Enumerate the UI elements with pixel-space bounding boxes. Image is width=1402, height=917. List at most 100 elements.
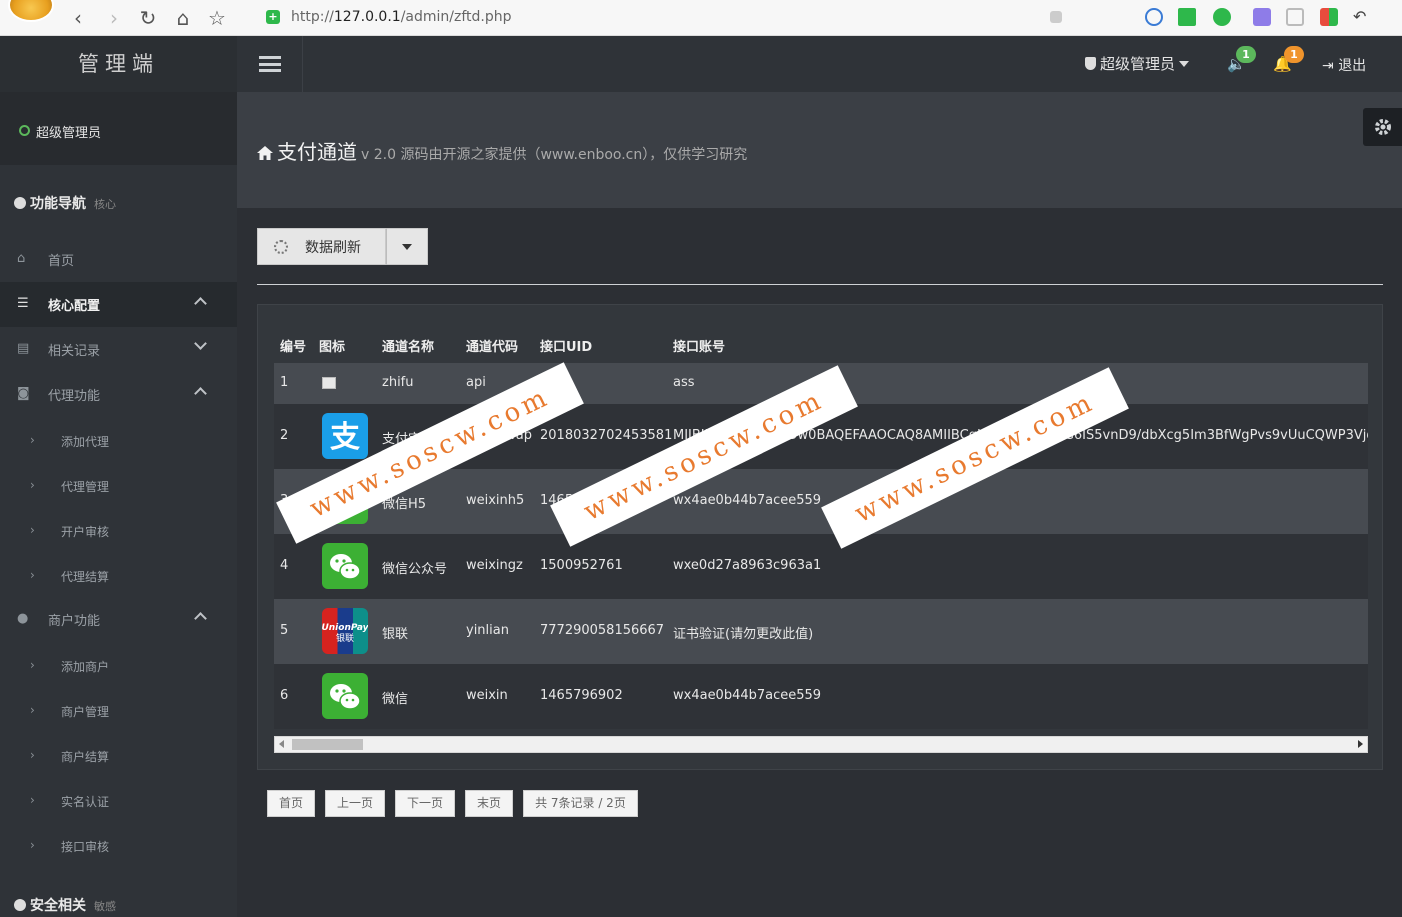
table-row[interactable]: 6 微信 weixin 1465796902 wx4ae0b44b7acee55… bbox=[274, 664, 1368, 729]
page-subtitle: v 2.0 源码由开源之家提供（www.enboo.cn），仅供学习研究 bbox=[361, 147, 748, 163]
page-title: 支付通道 v 2.0 源码由开源之家提供（www.enboo.cn），仅供学习研究 bbox=[257, 136, 747, 165]
page-last-button[interactable]: 末页 bbox=[465, 790, 514, 817]
capture-icon[interactable] bbox=[1286, 8, 1304, 26]
cell-account: wx4ae0b44b7acee559 bbox=[673, 688, 822, 703]
refresh-dropdown-button[interactable] bbox=[386, 228, 428, 265]
caret-down-icon bbox=[402, 243, 412, 250]
sidebar-user: 超级管理员 bbox=[0, 92, 237, 165]
section-nav-tag: 核心 bbox=[94, 198, 116, 211]
sidebar-section-nav: 功能导航 核心 bbox=[14, 193, 116, 213]
scroll-left-icon[interactable] bbox=[279, 740, 284, 748]
cell-code: weixingz bbox=[466, 558, 523, 573]
sidebar-item-home[interactable]: ⌂ 首页 bbox=[0, 237, 237, 282]
sidebar-sub-add-merchant[interactable]: › 添加商户 bbox=[0, 644, 237, 689]
address-bar[interactable]: + http://127.0.0.1/admin/zftd.php bbox=[260, 4, 1120, 32]
sidebar-sub-account-review[interactable]: › 开户审核 bbox=[0, 509, 237, 554]
scrollbar-thumb[interactable] bbox=[292, 739, 363, 750]
sidebar-item-core-config[interactable]: ☰ 核心配置 bbox=[0, 282, 237, 327]
scissors-icon[interactable] bbox=[1178, 8, 1196, 26]
sidebar-sub-add-agent[interactable]: › 添加代理 bbox=[0, 419, 237, 464]
cell-name: 微信公众号 bbox=[382, 562, 448, 577]
cell-id: 2 bbox=[280, 428, 289, 443]
chevron-right-icon: › bbox=[30, 838, 35, 852]
page-first-button[interactable]: 首页 bbox=[267, 790, 316, 817]
sidebar-item-merchant[interactable]: ● 商户功能 bbox=[0, 597, 237, 642]
cell-id: 4 bbox=[280, 558, 289, 573]
user-menu[interactable]: 超级管理员 bbox=[1085, 53, 1190, 74]
cell-uid: 1465796902 bbox=[540, 688, 623, 703]
screen-icon[interactable] bbox=[1253, 8, 1271, 26]
cell-code: weixinh5 bbox=[466, 493, 525, 508]
sidebar-sub-realname[interactable]: › 实名认证 bbox=[0, 779, 237, 824]
sidebar-sub-label: 代理管理 bbox=[61, 480, 110, 494]
svg-text:银联: 银联 bbox=[336, 632, 354, 644]
sliders-icon: ☰ bbox=[17, 296, 29, 311]
cell-account: ass bbox=[673, 375, 695, 390]
logout-icon: ⇥ bbox=[1322, 58, 1334, 74]
apps-icon[interactable] bbox=[1320, 8, 1338, 26]
cell-code: weixin bbox=[466, 688, 508, 703]
bookmark-star-icon[interactable]: ☆ bbox=[205, 6, 229, 30]
translate-icon[interactable] bbox=[1213, 8, 1231, 26]
chevron-right-icon: › bbox=[30, 433, 35, 447]
sidebar-sub-api-review[interactable]: › 接口审核 bbox=[0, 824, 237, 869]
column-id: 编号 bbox=[280, 340, 307, 355]
gear-icon bbox=[14, 197, 26, 209]
page-next-button[interactable]: 下一页 bbox=[395, 790, 456, 817]
sidebar-item-records[interactable]: ▤ 相关记录 bbox=[0, 327, 237, 372]
page-prev-button[interactable]: 上一页 bbox=[325, 790, 386, 817]
refresh-button[interactable]: 数据刷新 bbox=[257, 228, 386, 265]
online-status-icon bbox=[19, 125, 30, 136]
undo-icon[interactable]: ↶ bbox=[1353, 8, 1371, 26]
sidebar-section-security: 安全相关 敏感 bbox=[14, 895, 116, 915]
reload-icon[interactable]: ↻ bbox=[136, 6, 160, 30]
wechat-icon bbox=[322, 543, 368, 589]
back-icon[interactable]: ‹ bbox=[66, 6, 90, 30]
broken-image-icon bbox=[322, 377, 336, 389]
search-extension-icon[interactable] bbox=[1145, 8, 1163, 26]
chevron-right-icon: › bbox=[30, 748, 35, 762]
gear-icon bbox=[1375, 119, 1391, 135]
table-row[interactable]: 5 UnionPay 银联 银联 yinlian 777290058156667 … bbox=[274, 599, 1368, 664]
horizontal-scrollbar[interactable] bbox=[274, 736, 1368, 753]
column-code: 通道代码 bbox=[466, 340, 519, 355]
hamburger-icon bbox=[258, 56, 281, 72]
sidebar-item-label: 首页 bbox=[48, 254, 75, 269]
chevron-right-icon: › bbox=[30, 568, 35, 582]
chevron-right-icon: › bbox=[30, 703, 35, 717]
table-header: 编号 图标 通道名称 通道代码 接口UID 接口账号 bbox=[274, 323, 1368, 363]
cell-uid: 777290058156667 bbox=[540, 623, 665, 638]
chevron-up-icon bbox=[194, 294, 208, 310]
sidebar-item-label: 代理功能 bbox=[48, 389, 101, 404]
alipay-icon: 支 bbox=[322, 413, 368, 459]
cell-code: yinlian bbox=[466, 623, 509, 638]
sidebar-sub-merchant-settle[interactable]: › 商户结算 bbox=[0, 734, 237, 779]
scroll-right-icon[interactable] bbox=[1358, 740, 1363, 748]
section-security-tag: 敏感 bbox=[94, 900, 116, 913]
table-row[interactable]: 4 微信公众号 weixingz 1500952761 wxe0d27a8963… bbox=[274, 534, 1368, 599]
chevron-up-icon bbox=[194, 609, 208, 625]
svg-text:UnionPay: UnionPay bbox=[322, 623, 368, 633]
logout-link[interactable]: ⇥ 退出 bbox=[1322, 55, 1366, 75]
home-icon bbox=[257, 146, 273, 160]
sidebar-sub-agent-settle[interactable]: › 代理结算 bbox=[0, 554, 237, 599]
sidebar-item-agent[interactable]: ◙ 代理功能 bbox=[0, 372, 237, 417]
cell-name: 银联 bbox=[382, 627, 409, 642]
cell-id: 6 bbox=[280, 688, 289, 703]
forward-icon[interactable]: › bbox=[102, 6, 126, 30]
home-icon: ⌂ bbox=[17, 251, 26, 266]
home-icon[interactable]: ⌂ bbox=[171, 6, 195, 30]
sidebar-sub-merchant-manage[interactable]: › 商户管理 bbox=[0, 689, 237, 734]
table-row[interactable]: 3 微信H5 weixinh5 1465796902 wx4ae0b44b7ac… bbox=[274, 469, 1368, 534]
chevron-up-icon bbox=[194, 384, 208, 400]
qr-icon[interactable] bbox=[1050, 11, 1062, 23]
menu-toggle-button[interactable] bbox=[237, 36, 303, 92]
cell-name: zhifu bbox=[382, 375, 414, 390]
sidebar-user-name: 超级管理员 bbox=[36, 126, 102, 141]
cell-account: 证书验证(请勿更改此值) bbox=[673, 627, 814, 642]
settings-tab[interactable] bbox=[1363, 108, 1402, 146]
section-security-title: 安全相关 bbox=[30, 898, 86, 914]
sidebar-sub-agent-manage[interactable]: › 代理管理 bbox=[0, 464, 237, 509]
chevron-right-icon: › bbox=[30, 658, 35, 672]
page-summary: 共 7条记录 / 2页 bbox=[523, 790, 638, 817]
